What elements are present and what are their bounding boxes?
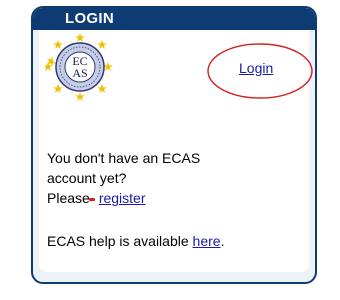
- svg-text:AS: AS: [72, 66, 87, 80]
- panel-title: LOGIN: [65, 10, 114, 27]
- register-prompt: Please register: [47, 188, 146, 208]
- help-text: ECAS help is available here.: [47, 231, 224, 251]
- red-marker-icon: [88, 197, 95, 201]
- register-link[interactable]: register: [99, 190, 146, 206]
- help-suffix: .: [220, 233, 225, 249]
- panel-body: EC AS Login You don't have an ECAS accou…: [39, 30, 313, 272]
- ecas-logo: EC AS: [45, 33, 113, 101]
- help-prefix: ECAS help is available: [47, 233, 193, 249]
- login-panel: LOGIN EC AS Login You don't have an ECAS…: [31, 6, 317, 284]
- panel-header: LOGIN: [33, 8, 315, 30]
- no-account-text-line1: You don't have an ECAS: [47, 150, 201, 166]
- help-here-link[interactable]: here: [193, 233, 221, 249]
- no-account-text-line2: account yet?: [47, 170, 127, 186]
- please-label: Please: [47, 190, 90, 206]
- login-link[interactable]: Login: [239, 60, 273, 76]
